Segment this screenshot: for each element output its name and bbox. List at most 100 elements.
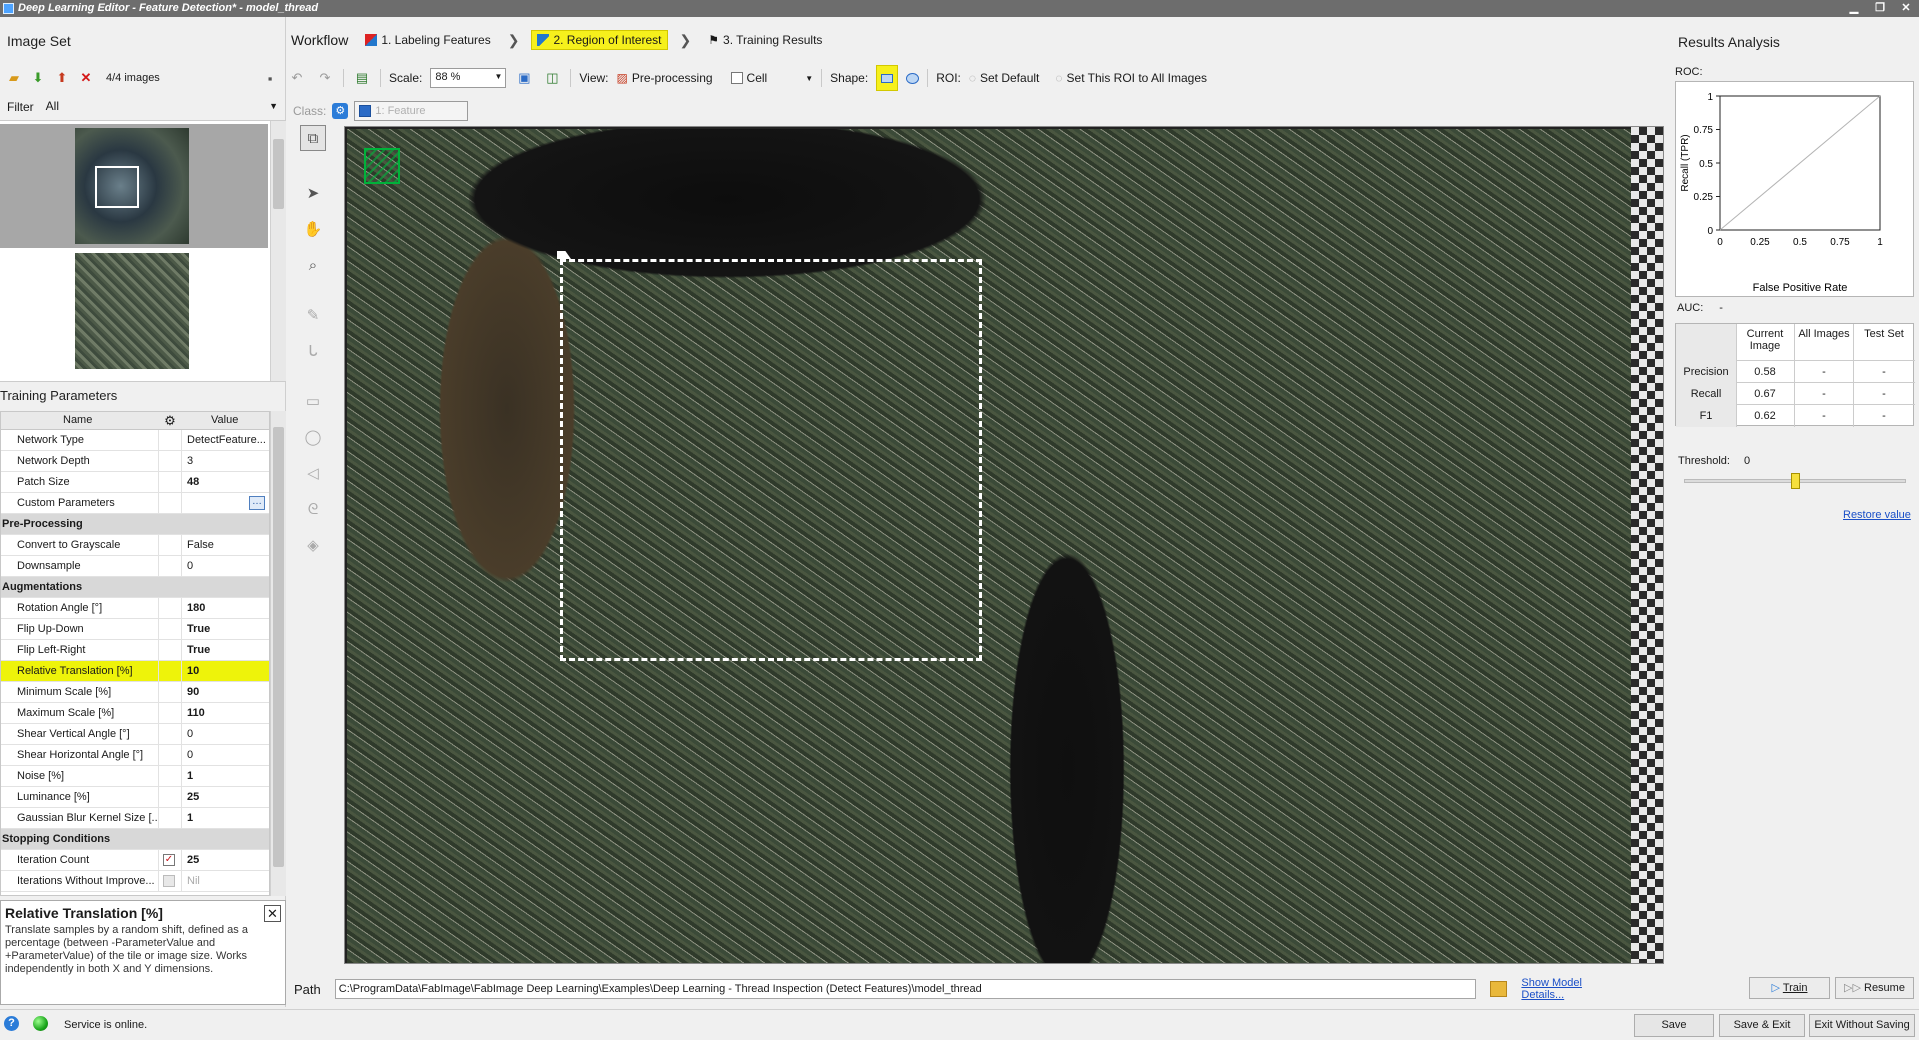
maximize-icon[interactable]: ❐ [1873,0,1887,17]
params-scrollbar[interactable] [270,411,286,896]
train-button[interactable]: ▷ Train [1749,977,1830,999]
param-row[interactable]: Iterations Without Improve... Nil [1,871,269,892]
scroll-thumb[interactable] [273,427,284,867]
metrics-row-name: F1 [1699,410,1713,422]
param-name: Flip Left-Right [17,644,86,656]
metrics-value: - [1882,388,1886,400]
ellipse-tool-icon[interactable]: ◯ [300,425,326,451]
zoom-icon[interactable]: ⌕ [300,253,326,279]
class-dropdown[interactable]: 1: Feature [354,101,469,121]
param-row[interactable]: Luminance [%] 25 [1,787,269,808]
save-exit-button[interactable]: Save & Exit [1719,1014,1805,1037]
threshold-slider-thumb[interactable] [1790,473,1800,489]
zoom-options-icon[interactable]: ◫ [542,68,562,88]
threshold-row: Threshold: 0 [1678,455,1750,467]
param-row[interactable]: Rotation Angle [°] 180 [1,598,269,619]
section-header[interactable]: Augmentations [1,577,269,598]
iterations-without-improve-checkbox[interactable] [163,875,175,887]
section-header[interactable]: Pre-Processing [1,514,269,535]
threshold-slider[interactable] [1684,473,1906,489]
add-images-icon[interactable]: ⬇ [28,68,48,88]
param-row[interactable]: Network Depth 3 [1,451,269,472]
param-row[interactable]: Custom Parameters… [1,493,269,514]
brush-icon[interactable]: ᒐ [300,339,326,365]
scroll-thumb[interactable] [273,139,284,209]
set-all-roi-button[interactable]: ◌ Set This ROI to All Images [1055,71,1207,85]
param-row[interactable]: Shear Horizontal Angle [°] 0 [1,745,269,766]
param-row[interactable]: Gaussian Blur Kernel Size [... 1 [1,808,269,829]
open-folder-icon[interactable]: ▰ [4,68,24,88]
roi-tool-icon[interactable]: ⧉ [300,125,326,151]
workflow-label: Workflow [291,32,349,48]
chevron-down-icon[interactable]: ▼ [805,74,813,83]
polygon-tool-icon[interactable]: ◁ [300,461,326,487]
image-canvas[interactable] [344,126,1664,964]
scale-dropdown[interactable]: 88 % ▼ [430,68,507,88]
export-icon[interactable]: ⬆ [52,68,72,88]
param-name: Network Type [17,434,85,446]
ellipse-shape-button[interactable] [906,72,920,84]
set-default-button[interactable]: ◌ Set Default [969,71,1040,85]
lasso-tool-icon[interactable]: ᘓ [300,497,326,523]
param-row[interactable]: Flip Up-Down True [1,619,269,640]
filter-dropdown[interactable]: All ▼ [44,97,282,117]
iteration-count-checkbox[interactable]: ✓ [163,854,175,866]
resume-button[interactable]: ▷▷ Resume [1835,977,1914,999]
fit-to-window-icon[interactable]: ▣ [514,68,534,88]
thumbnail-item[interactable] [0,249,268,373]
exit-without-saving-button[interactable]: Exit Without Saving [1809,1014,1915,1037]
cell-checkbox[interactable]: Cell [730,71,768,85]
thumbnail-item[interactable] [0,124,268,248]
redo-icon[interactable]: ↷ [315,68,335,88]
training-params-title: Training Parameters [0,388,118,403]
roc-ytick-label: 0.5 [1699,159,1713,170]
remove-image-icon[interactable]: ✕ [76,68,96,88]
param-row[interactable]: Convert to Grayscale False [1,535,269,556]
path-input[interactable]: C:\ProgramData\FabImage\FabImage Deep Le… [334,979,1476,999]
save-view-icon[interactable]: ▤ [352,68,372,88]
param-row-selected[interactable]: Relative Translation [%] 10 [1,661,269,682]
undo-icon[interactable]: ↶ [287,68,307,88]
hand-icon[interactable]: ✋ [300,217,326,243]
param-row[interactable]: Maximum Scale [%] 110 [1,703,269,724]
thumbnail-image [75,128,189,244]
step-labeling-features[interactable]: 1. Labeling Features [360,31,495,49]
thumbnail-scrollbar[interactable] [270,121,286,381]
param-row[interactable]: Iteration Count ✓ 25 [1,850,269,871]
browse-folder-icon[interactable] [1489,981,1508,997]
param-row[interactable]: Minimum Scale [%] 90 [1,682,269,703]
pointer-icon[interactable]: ➤ [300,181,326,207]
param-row[interactable]: Flip Left-Right True [1,640,269,661]
section-header[interactable]: Stopping Conditions [1,829,269,850]
close-icon[interactable]: ✕ [1899,0,1913,17]
param-row[interactable]: Patch Size 48 [1,472,269,493]
show-model-details-link[interactable]: Show Model Details... [1521,977,1624,1001]
eraser-icon[interactable]: ◈ [300,533,326,559]
class-settings-icon[interactable]: ⚙ [332,103,349,119]
restore-value-link[interactable]: Restore value [1843,509,1911,521]
rectangle-icon [881,73,894,83]
feature-label-marker[interactable] [364,148,400,184]
close-help-icon[interactable]: ✕ [264,905,281,922]
ellipsis-button[interactable]: … [249,496,265,510]
pencil-icon[interactable]: ✎ [300,303,326,329]
rectangle-tool-icon[interactable]: ▭ [300,389,326,415]
param-row[interactable]: Noise [%] 1 [1,766,269,787]
cell-checkbox-box [730,72,743,84]
roi-rectangle[interactable] [560,259,982,661]
metrics-value: 0.58 [1754,366,1776,378]
step-training-results[interactable]: ⚑ 3. Training Results [703,31,827,49]
param-row[interactable]: Network Type DetectFeature... [1,430,269,451]
roc-ytick-label: 0.75 [1694,125,1714,136]
cell-label: Cell [746,71,768,85]
help-icon[interactable]: ? [4,1016,19,1031]
rectangle-shape-button[interactable] [876,65,899,91]
gear-icon[interactable]: ⚙ [160,413,180,429]
view-mode-icon[interactable]: ▪ [260,68,280,88]
param-row[interactable]: Downsample 0 [1,556,269,577]
save-button[interactable]: Save [1634,1014,1714,1037]
preprocessing-toggle[interactable]: ▨ Pre-processing [617,71,713,85]
param-row[interactable]: Shear Vertical Angle [°] 0 [1,724,269,745]
step-region-of-interest[interactable]: 2. Region of Interest [531,30,668,50]
minimize-icon[interactable]: ▁ [1847,0,1861,17]
